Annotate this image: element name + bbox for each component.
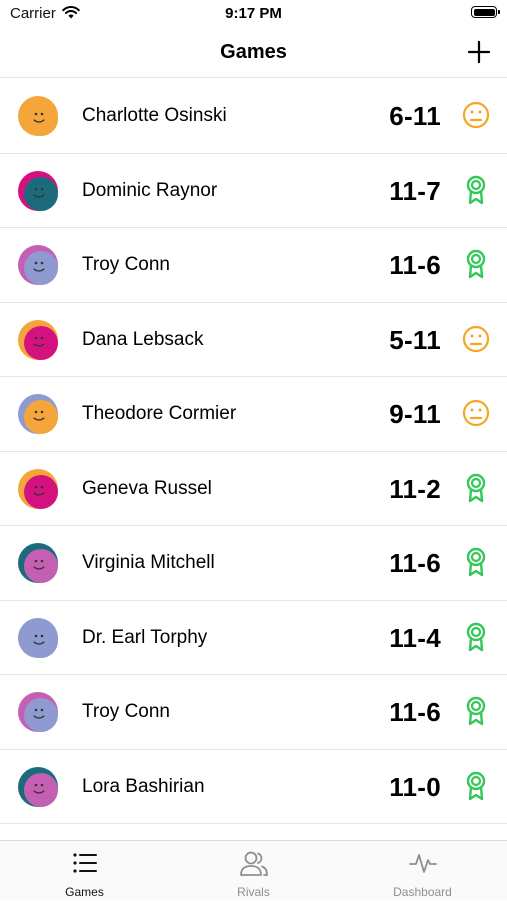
game-row[interactable]: Troy Conn 11-6 <box>0 228 507 303</box>
game-score: 11-6 <box>389 250 441 280</box>
games-list: Charlotte Osinski 6-11 Dominic Raynor 11-7 T… <box>0 79 507 824</box>
neutral-face-icon <box>461 397 491 429</box>
game-score: 5-11 <box>389 324 441 355</box>
avatar <box>18 692 58 732</box>
neutral-face-icon <box>461 323 491 355</box>
ribbon-icon <box>461 621 491 653</box>
tab-label: Dashboard <box>393 885 452 899</box>
status-bar: Carrier 9:17 PM <box>0 0 507 28</box>
game-score: 11-7 <box>389 175 441 206</box>
game-score: 11-2 <box>389 473 441 504</box>
activity-icon <box>407 848 439 878</box>
avatar <box>18 319 58 360</box>
game-row[interactable]: Troy Conn 11-6 <box>0 675 507 750</box>
opponent-name: Troy Conn <box>82 254 170 275</box>
battery-icon <box>471 6 500 18</box>
avatar <box>18 170 58 211</box>
game-score: 11-4 <box>389 622 441 653</box>
opponent-name: Dana Lebsack <box>82 328 204 350</box>
tab-games[interactable]: Games <box>0 841 169 901</box>
tab-label: Games <box>65 885 104 899</box>
plus-icon <box>467 40 491 64</box>
tab-label: Rivals <box>237 885 270 899</box>
add-game-button[interactable] <box>465 38 493 66</box>
opponent-name: Troy Conn <box>82 701 170 722</box>
avatar <box>18 766 58 807</box>
navigation-bar: Games <box>0 28 507 78</box>
game-score: 9-11 <box>389 399 441 429</box>
tab-bar: Games Rivals Dashboard <box>0 840 507 900</box>
game-row[interactable]: Virginia Mitchell 11-6 <box>0 526 507 601</box>
people-icon <box>238 848 270 878</box>
game-score: 6-11 <box>389 101 441 131</box>
game-row[interactable]: Theodore Cormier 9-11 <box>0 377 507 452</box>
game-row[interactable]: Charlotte Osinski 6-11 <box>0 79 507 154</box>
game-row[interactable]: Dana Lebsack 5-11 <box>0 303 507 377</box>
avatar <box>18 468 58 509</box>
opponent-name: Dr. Earl Torphy <box>82 626 208 648</box>
avatar <box>18 245 58 285</box>
game-row[interactable]: Lora Bashirian 11-0 <box>0 750 507 824</box>
ribbon-icon <box>461 174 491 206</box>
page-title: Games <box>220 41 287 63</box>
list-icon <box>69 848 101 878</box>
opponent-name: Geneva Russel <box>82 477 212 499</box>
opponent-name: Lora Bashirian <box>82 775 205 797</box>
tab-rivals[interactable]: Rivals <box>169 841 338 901</box>
ribbon-icon <box>461 472 491 504</box>
ribbon-icon <box>461 695 491 727</box>
avatar <box>18 394 58 434</box>
tab-dashboard[interactable]: Dashboard <box>338 841 507 901</box>
game-score: 11-6 <box>389 548 441 578</box>
neutral-face-icon <box>461 99 491 131</box>
game-score: 11-0 <box>389 771 441 802</box>
ribbon-icon <box>461 546 491 578</box>
game-row[interactable]: Geneva Russel 11-2 <box>0 452 507 526</box>
opponent-name: Theodore Cormier <box>82 403 237 424</box>
opponent-name: Virginia Mitchell <box>82 552 215 573</box>
game-score: 11-6 <box>389 697 441 727</box>
game-row[interactable]: Dr. Earl Torphy 11-4 <box>0 601 507 675</box>
opponent-name: Charlotte Osinski <box>82 105 227 126</box>
avatar <box>18 543 58 583</box>
avatar <box>18 617 58 658</box>
ribbon-icon <box>461 248 491 280</box>
ribbon-icon <box>461 770 491 802</box>
game-row[interactable]: Dominic Raynor 11-7 <box>0 154 507 228</box>
avatar <box>18 96 58 136</box>
opponent-name: Dominic Raynor <box>82 179 218 201</box>
status-time: 9:17 PM <box>225 5 282 22</box>
